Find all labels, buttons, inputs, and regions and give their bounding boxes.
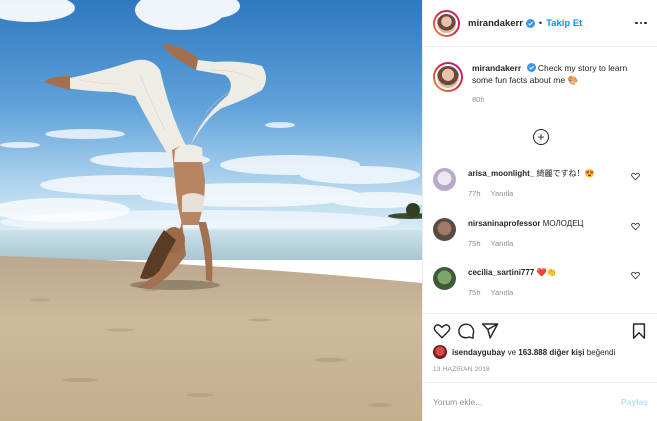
comment-username[interactable]: cecilia_sartini777 — [468, 268, 534, 277]
plus-circle-icon[interactable]: + — [533, 129, 549, 145]
caption-text-block: mirandakerr Check my story to learn some… — [472, 62, 648, 106]
header-username[interactable]: mirandakerr — [468, 18, 523, 29]
post-side-panel: mirandakerr • Takip Et mirandakerr Check… — [422, 0, 657, 421]
avatar[interactable] — [433, 345, 447, 359]
post-photo — [0, 0, 422, 421]
likes-suffix: beğendi — [584, 347, 616, 357]
comment-text: 綺麗ですね！😍 — [536, 169, 595, 178]
header-separator: • — [538, 18, 543, 28]
comment-icon[interactable] — [457, 322, 475, 340]
more-options-icon[interactable] — [634, 16, 648, 30]
comment-username[interactable]: nirsaninaprofessor — [468, 219, 540, 228]
comment-composer: Paylaş — [423, 382, 657, 421]
likes-summary: isendaygubay ve 163.888 diğer kişi beğen… — [433, 345, 615, 359]
caption-age: 80h — [472, 95, 485, 104]
reply-button[interactable]: Yanıtla — [491, 189, 514, 198]
avatar[interactable] — [433, 267, 456, 290]
comment-text: ❤️👏 — [536, 268, 557, 277]
heart-icon[interactable] — [631, 271, 640, 280]
comment-username[interactable]: arisa_moonlight_ — [468, 169, 534, 178]
caption-username[interactable]: mirandakerr — [472, 63, 521, 73]
first-liker[interactable]: isendaygubay — [452, 348, 505, 357]
verified-badge-icon — [525, 18, 535, 28]
comment-age: 75h — [468, 288, 481, 297]
verified-badge-icon — [526, 63, 536, 72]
avatar[interactable] — [433, 168, 456, 191]
post-date: 13 HAZİRAN 2018 — [433, 366, 490, 373]
comment-input[interactable] — [433, 397, 603, 407]
action-bar — [423, 313, 657, 347]
reply-button[interactable]: Yanıtla — [491, 288, 514, 297]
avatar[interactable] — [433, 9, 460, 37]
avatar[interactable] — [433, 62, 463, 92]
post-header: mirandakerr • Takip Et — [423, 0, 657, 47]
caption-emoji: 🎨 — [567, 75, 579, 85]
heart-icon[interactable] — [631, 172, 640, 181]
comment-text: МОЛОДЕЦ — [542, 219, 584, 228]
comment-item: cecilia_sartini777 ❤️👏 75h Yanıtla — [433, 267, 648, 297]
comment-age: 77h — [468, 189, 481, 198]
follow-button[interactable]: Takip Et — [546, 18, 582, 29]
paper-plane-icon[interactable] — [481, 322, 499, 340]
heart-icon[interactable] — [433, 322, 451, 340]
likes-connector: ve — [505, 347, 519, 357]
reply-button[interactable]: Yanıtla — [491, 239, 514, 248]
comment-item: arisa_moonlight_ 綺麗ですね！😍 77h Yanıtla — [433, 168, 648, 198]
comment-item: nirsaninaprofessor МОЛОДЕЦ 75h Yanıtla — [433, 218, 648, 248]
post-caption: mirandakerr Check my story to learn some… — [433, 62, 648, 106]
heart-icon[interactable] — [631, 222, 640, 231]
post-comment-button[interactable]: Paylaş — [621, 397, 648, 407]
instagram-post-modal: mirandakerr • Takip Et mirandakerr Check… — [0, 0, 657, 421]
likes-others-link[interactable]: 163.888 diğer kişi — [518, 348, 584, 357]
avatar[interactable] — [433, 218, 456, 241]
bookmark-icon[interactable] — [630, 322, 648, 340]
comment-age: 75h — [468, 239, 481, 248]
